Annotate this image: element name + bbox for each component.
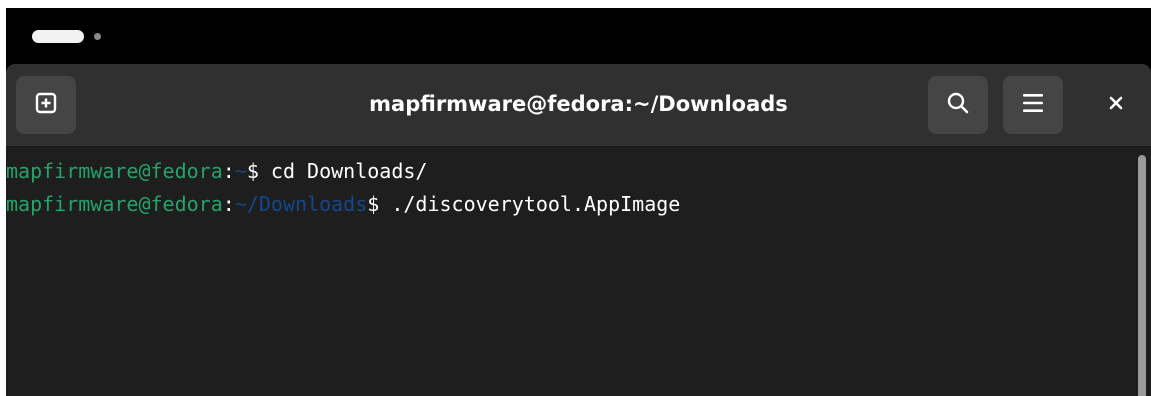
- gnome-top-bar: [6, 8, 1151, 64]
- command-text: ./discoverytool.AppImage: [379, 192, 681, 216]
- prompt-path: ~/Downloads: [234, 192, 368, 216]
- prompt-path: ~: [234, 159, 247, 183]
- search-button[interactable]: [928, 76, 988, 134]
- headerbar: mapfirmware@fedora:~/Downloads: [6, 64, 1151, 147]
- workspace-indicator-active[interactable]: [32, 30, 84, 43]
- search-icon: [946, 91, 970, 119]
- prompt-colon: :: [222, 192, 235, 216]
- scrollbar-thumb[interactable]: [1138, 155, 1146, 396]
- hamburger-menu-icon: [1021, 92, 1045, 118]
- close-button[interactable]: [1088, 76, 1144, 134]
- screen: mapfirmware@fedora:~/Downloads mapfirmwa…: [6, 8, 1151, 396]
- prompt-colon: :: [222, 159, 235, 183]
- terminal-line: mapfirmware@fedora:~$ cd Downloads/: [6, 155, 1134, 188]
- terminal-window: mapfirmware@fedora:~/Downloads mapfirmwa…: [6, 64, 1151, 396]
- prompt-user-host: mapfirmware@fedora: [6, 159, 223, 183]
- prompt-symbol: $: [367, 192, 380, 216]
- prompt-user-host: mapfirmware@fedora: [6, 192, 223, 216]
- new-tab-icon: [35, 92, 57, 118]
- scrollbar[interactable]: [1134, 147, 1151, 396]
- terminal-line: mapfirmware@fedora:~/Downloads$ ./discov…: [6, 188, 1134, 221]
- close-icon: [1108, 95, 1124, 115]
- new-tab-button[interactable]: [16, 76, 76, 134]
- command-text: cd Downloads/: [258, 159, 428, 183]
- main-menu-button[interactable]: [1003, 76, 1063, 134]
- terminal-output[interactable]: mapfirmware@fedora:~$ cd Downloads/ mapf…: [6, 147, 1134, 396]
- prompt-symbol: $: [246, 159, 259, 183]
- workspace-indicator-inactive[interactable]: [94, 33, 101, 40]
